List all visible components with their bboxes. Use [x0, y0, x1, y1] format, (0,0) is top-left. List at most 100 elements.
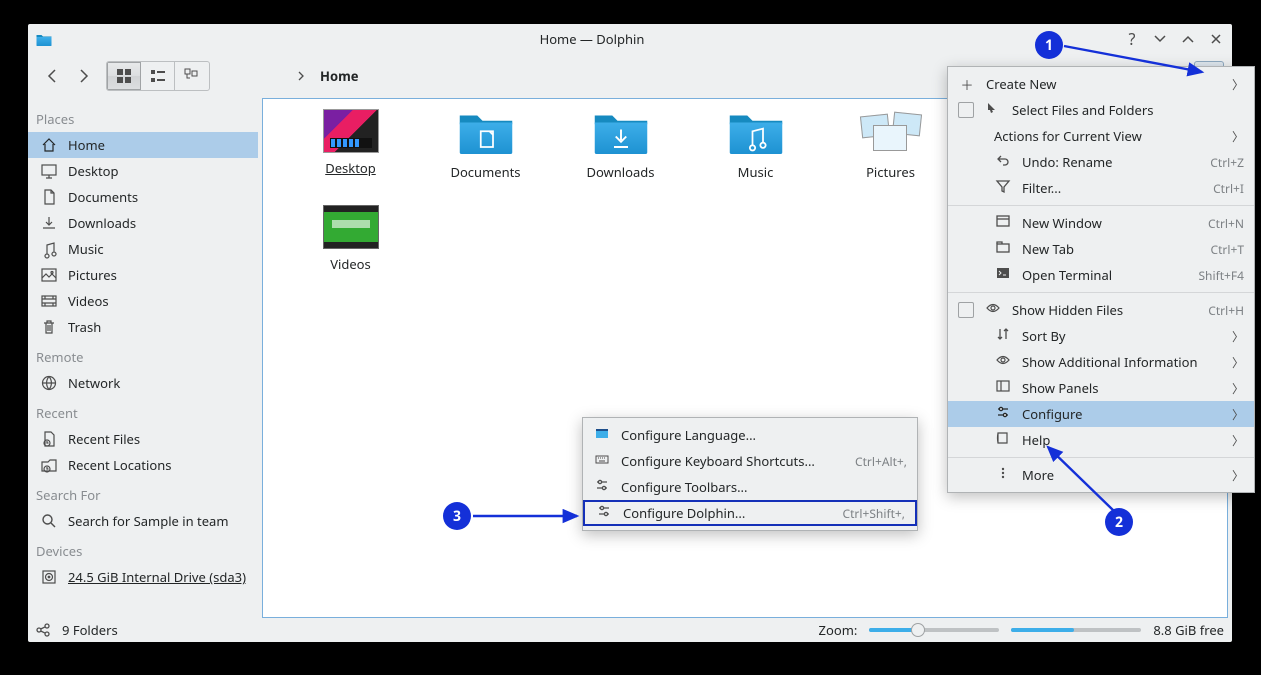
recent-header: Recent: [28, 396, 258, 426]
folder-item-music[interactable]: Music: [688, 107, 823, 203]
sidebar-item-trash[interactable]: Trash: [28, 314, 258, 340]
view-details-button[interactable]: [175, 62, 209, 90]
configure-icon: [595, 504, 613, 522]
hamburger-menu: ＋Create New〉 Select Files and Folders Ac…: [947, 66, 1255, 493]
sidebar-item-downloads[interactable]: Downloads: [28, 210, 258, 236]
folder-item-desktop[interactable]: Desktop: [283, 107, 418, 203]
chevron-right-icon: 〉: [1232, 380, 1244, 397]
pictures-thumbnail-icon: [861, 109, 921, 157]
maximize-icon[interactable]: [1180, 31, 1196, 47]
document-icon: [40, 188, 58, 206]
menu-create-new[interactable]: ＋Create New〉: [948, 71, 1254, 97]
submenu-shortcuts[interactable]: Configure Keyboard Shortcuts...Ctrl+Alt+…: [583, 448, 917, 474]
menu-sort-by[interactable]: Sort By〉: [948, 323, 1254, 349]
view-icons-button[interactable]: [107, 62, 141, 90]
sidebar-item-desktop[interactable]: Desktop: [28, 158, 258, 184]
network-icon: [40, 374, 58, 392]
sidebar-item-documents[interactable]: Documents: [28, 184, 258, 210]
zoom-slider[interactable]: [869, 628, 999, 632]
sidebar-item-videos[interactable]: Videos: [28, 288, 258, 314]
folder-item-videos[interactable]: Videos: [283, 203, 418, 299]
statusbar: 9 Folders Zoom: 8.8 GiB free: [28, 618, 1232, 642]
language-icon: [593, 426, 611, 444]
folder-item-downloads[interactable]: Downloads: [553, 107, 688, 203]
configure-icon: [593, 478, 611, 496]
sidebar-item-search[interactable]: Search for Sample in team: [28, 508, 258, 534]
menu-filter[interactable]: Filter...Ctrl+I: [948, 175, 1254, 201]
trash-icon: [40, 318, 58, 336]
undo-icon: [994, 153, 1012, 171]
desktop-thumbnail-icon: [323, 109, 379, 153]
breadcrumb[interactable]: Home: [296, 67, 359, 85]
folder-item-pictures[interactable]: Pictures: [823, 107, 958, 203]
submenu-language[interactable]: Configure Language...: [583, 422, 917, 448]
help-icon[interactable]: ?: [1124, 31, 1140, 47]
menu-actions[interactable]: Actions for Current View〉: [948, 123, 1254, 149]
checkbox-icon: [958, 302, 974, 318]
menu-more[interactable]: More〉: [948, 462, 1254, 488]
music-icon: [40, 240, 58, 258]
chevron-right-icon: 〉: [1232, 432, 1244, 449]
search-header: Search For: [28, 478, 258, 508]
devices-header: Devices: [28, 534, 258, 564]
sidebar-item-network[interactable]: Network: [28, 370, 258, 396]
callout-3: 3: [443, 502, 471, 530]
callout-2: 2: [1105, 508, 1133, 536]
places-header: Places: [28, 102, 258, 132]
help-icon: [994, 431, 1012, 449]
menu-new-tab[interactable]: New TabCtrl+T: [948, 236, 1254, 262]
sidebar-item-drive[interactable]: 24.5 GiB Internal Drive (sda3): [28, 564, 258, 590]
folder-icon: [458, 109, 514, 157]
menu-show-panels[interactable]: Show Panels〉: [948, 375, 1254, 401]
back-button[interactable]: [36, 60, 68, 92]
minimize-icon[interactable]: [1152, 31, 1168, 47]
free-space: 8.8 GiB free: [1153, 621, 1224, 639]
sidebar-item-pictures[interactable]: Pictures: [28, 262, 258, 288]
sidebar-item-recent-locations[interactable]: Recent Locations: [28, 452, 258, 478]
info-icon: [994, 353, 1012, 371]
window-icon: [994, 214, 1012, 232]
view-mode-group: [106, 61, 210, 91]
menu-configure[interactable]: Configure〉: [948, 401, 1254, 427]
window-title: Home — Dolphin: [60, 30, 1124, 48]
menu-undo[interactable]: Undo: RenameCtrl+Z: [948, 149, 1254, 175]
view-compact-button[interactable]: [141, 62, 175, 90]
remote-header: Remote: [28, 340, 258, 370]
submenu-toolbars[interactable]: Configure Toolbars...: [583, 474, 917, 500]
close-icon[interactable]: [1208, 31, 1224, 47]
share-button[interactable]: [36, 623, 50, 637]
menu-help[interactable]: Help〉: [948, 427, 1254, 453]
callout-1: 1: [1035, 31, 1063, 59]
search-icon: [40, 512, 58, 530]
menu-new-window[interactable]: New WindowCtrl+N: [948, 210, 1254, 236]
menu-select-files[interactable]: Select Files and Folders: [948, 97, 1254, 123]
sidebar-item-home[interactable]: Home: [28, 132, 258, 158]
zoom-label: Zoom:: [819, 621, 858, 639]
folder-count: 9 Folders: [62, 621, 118, 639]
picture-icon: [40, 266, 58, 284]
drive-icon: [40, 568, 58, 586]
download-icon: [40, 214, 58, 232]
sidebar-item-recent-files[interactable]: Recent Files: [28, 426, 258, 452]
menu-hidden-files[interactable]: Show Hidden FilesCtrl+H: [948, 297, 1254, 323]
disk-usage-bar: [1011, 628, 1141, 632]
sidebar-item-music[interactable]: Music: [28, 236, 258, 262]
forward-button[interactable]: [68, 60, 100, 92]
menu-terminal[interactable]: Open TerminalShift+F4: [948, 262, 1254, 288]
configure-icon: [994, 405, 1012, 423]
chevron-right-icon: 〉: [1232, 128, 1244, 145]
home-icon: [40, 136, 58, 154]
folder-item-documents[interactable]: Documents: [418, 107, 553, 203]
keyboard-icon: [593, 452, 611, 470]
eye-icon: [984, 301, 1002, 319]
submenu-configure-dolphin[interactable]: Configure Dolphin...Ctrl+Shift+,: [583, 500, 917, 526]
recent-files-icon: [40, 430, 58, 448]
folder-icon: [728, 109, 784, 157]
breadcrumb-current[interactable]: Home: [320, 67, 359, 85]
configure-submenu: Configure Language... Configure Keyboard…: [582, 417, 918, 531]
chevron-right-icon: 〉: [1232, 328, 1244, 345]
menu-additional-info[interactable]: Show Additional Information〉: [948, 349, 1254, 375]
places-panel: Places Home Desktop Documents Downloads …: [28, 98, 258, 618]
desktop-icon: [40, 162, 58, 180]
recent-locations-icon: [40, 456, 58, 474]
